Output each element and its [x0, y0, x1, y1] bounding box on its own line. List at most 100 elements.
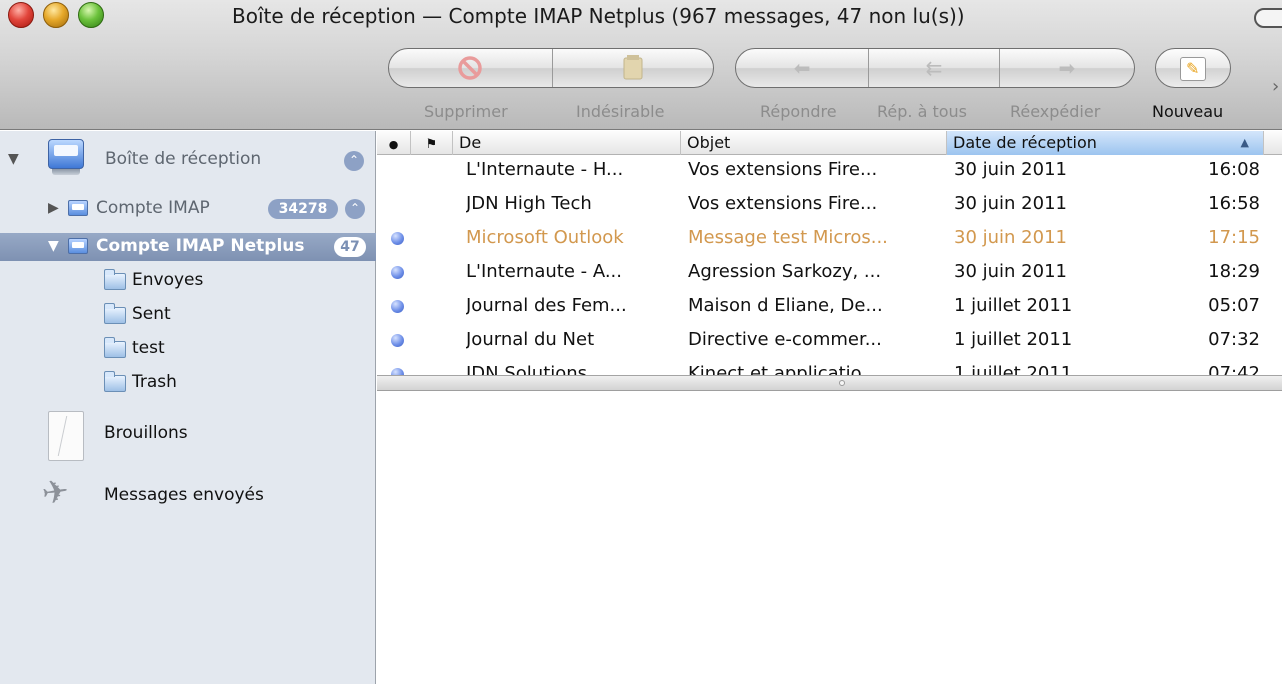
cell-subject: Directive e-commer...: [688, 329, 882, 350]
sidebar-item-folder-envoyes[interactable]: Envoyes: [0, 267, 376, 295]
reply-button[interactable]: ⬅: [736, 49, 870, 87]
junk-button[interactable]: [553, 49, 713, 87]
sync-activity-icon: ⌃: [344, 151, 364, 171]
reply-all-arrow-icon: ⇇: [925, 56, 943, 80]
account-mailbox-icon: [68, 238, 88, 254]
mailbox-sidebar: ▼ Boîte de réception ⌃ ▶ Compte IMAP 342…: [0, 131, 376, 684]
sidebar-item-inbox[interactable]: ▼ Boîte de réception ⌃: [0, 131, 376, 187]
delete-label: Supprimer: [424, 102, 508, 121]
table-row[interactable]: L'Internaute - H... Vos extensions Fire..…: [377, 155, 1282, 186]
reply-button-group: ⬅ ⇇ ➡: [735, 48, 1135, 88]
minimize-window-button[interactable]: −: [43, 2, 69, 28]
sidebar-item-folder-test[interactable]: test: [0, 335, 376, 363]
column-header-label: Date de réception: [953, 133, 1097, 152]
table-row[interactable]: Journal des Fem... Maison d Eliane, De...…: [377, 291, 1282, 322]
column-header-date[interactable]: Date de réception ▲: [947, 131, 1264, 155]
forward-arrow-icon: ➡: [1058, 56, 1076, 80]
cell-time: 05:07: [1208, 295, 1260, 316]
cell-time: 18:29: [1208, 261, 1260, 282]
unread-count-badge: 47: [334, 237, 366, 257]
sort-ascending-icon: ▲: [1240, 136, 1249, 149]
table-row[interactable]: Journal du Net Directive e-commer... 1 jui…: [377, 325, 1282, 356]
column-header-flag[interactable]: ⚑: [411, 131, 453, 155]
sidebar-item-label: Messages envoyés: [104, 485, 264, 505]
cell-date: 30 juin 2011: [954, 261, 1067, 282]
cell-from: Journal du Net: [466, 329, 595, 350]
sidebar-item-label: Brouillons: [104, 423, 188, 443]
cell-date: 30 juin 2011: [954, 227, 1067, 248]
window-title: Boîte de réception — Compte IMAP Netplus…: [232, 4, 965, 28]
unread-dot-icon: [391, 334, 404, 347]
table-row[interactable]: Microsoft Outlook Message test Micros... 3…: [377, 223, 1282, 254]
table-row[interactable]: L'Internaute - A... Agression Sarkozy, ..…: [377, 257, 1282, 288]
cell-date: 30 juin 2011: [954, 193, 1067, 214]
sidebar-item-folder-sent[interactable]: Sent: [0, 301, 376, 329]
cell-date: 1 juillet 2011: [954, 329, 1073, 350]
column-header-from[interactable]: De: [453, 131, 681, 155]
unread-count-badge: 34278: [268, 199, 338, 219]
table-row[interactable]: JDN High Tech Vos extensions Fire... 30 ju…: [377, 189, 1282, 220]
disclosure-triangle-open-icon[interactable]: ▼: [8, 151, 19, 167]
cell-from: L'Internaute - H...: [466, 159, 624, 180]
cell-subject: Agression Sarkozy, ...: [688, 261, 882, 282]
sidebar-item-label: Envoyes: [132, 270, 204, 290]
cell-from: JDN High Tech: [466, 193, 592, 214]
message-list: ● ⚑ De Objet Date de réception ▲ L'Inter…: [377, 131, 1282, 384]
account-mailbox-icon: [68, 200, 88, 216]
no-entry-icon: [458, 56, 483, 80]
reply-arrow-icon: ⬅: [793, 56, 811, 80]
delete-junk-button-group: [388, 48, 714, 88]
status-dot-icon: ●: [388, 138, 399, 151]
reply-all-label: Rép. à tous: [877, 102, 967, 121]
sidebar-item-drafts[interactable]: Brouillons: [0, 407, 376, 465]
folder-icon: [104, 303, 126, 324]
sidebar-item-folder-trash[interactable]: Trash: [0, 369, 376, 397]
delete-button[interactable]: [389, 49, 553, 87]
cell-from: Microsoft Outlook: [466, 227, 624, 248]
toolbar-toggle-button[interactable]: [1254, 8, 1282, 28]
sidebar-item-label: Compte IMAP Netplus: [96, 236, 305, 256]
cell-from: Journal des Fem...: [466, 295, 627, 316]
disclosure-triangle-open-icon[interactable]: ▼: [48, 238, 59, 254]
inbox-tray-icon: [48, 139, 84, 175]
column-header-status[interactable]: ●: [377, 131, 411, 155]
splitter-grip-icon: [839, 380, 845, 386]
zoom-window-button[interactable]: +: [78, 2, 104, 28]
list-preview-splitter[interactable]: [377, 375, 1282, 391]
close-window-button[interactable]: ×: [8, 2, 34, 28]
cell-subject: Vos extensions Fire...: [688, 159, 878, 180]
forward-button[interactable]: ➡: [1000, 49, 1134, 87]
junk-bag-icon: [623, 55, 643, 80]
paper-plane-icon: ✈: [39, 471, 72, 513]
sync-activity-icon: ⌃: [345, 199, 365, 219]
sidebar-item-sent-messages[interactable]: ✈ Messages envoyés: [0, 471, 376, 521]
cell-time: 16:08: [1208, 159, 1260, 180]
toolbar-overflow-chevron-icon[interactable]: ›: [1272, 76, 1279, 97]
cell-subject: Message test Micros...: [688, 227, 888, 248]
sidebar-item-account-netplus[interactable]: ▼ Compte IMAP Netplus 47: [0, 233, 376, 261]
cell-subject: Vos extensions Fire...: [688, 193, 878, 214]
column-header-subject[interactable]: Objet: [681, 131, 947, 155]
disclosure-triangle-closed-icon[interactable]: ▶: [48, 200, 59, 216]
cell-time: 17:15: [1208, 227, 1260, 248]
cell-from: L'Internaute - A...: [466, 261, 622, 282]
sidebar-item-label: Sent: [132, 304, 171, 324]
cell-date: 1 juillet 2011: [954, 295, 1073, 316]
message-preview-pane: [377, 391, 1282, 684]
new-message-button[interactable]: ✎: [1155, 48, 1231, 88]
unread-dot-icon: [391, 266, 404, 279]
drafts-document-icon: [48, 411, 84, 461]
new-message-label: Nouveau: [1152, 102, 1224, 121]
cell-time: 07:32: [1208, 329, 1260, 350]
folder-icon: [104, 337, 126, 358]
sidebar-item-label: test: [132, 338, 165, 358]
forward-label: Réexpédier: [1010, 102, 1101, 121]
reply-all-button[interactable]: ⇇: [869, 49, 1000, 87]
sidebar-item-label: Trash: [132, 372, 177, 392]
cell-time: 16:58: [1208, 193, 1260, 214]
sidebar-item-label: Boîte de réception: [105, 149, 262, 169]
message-list-header: ● ⚑ De Objet Date de réception ▲: [377, 131, 1282, 155]
flag-icon: ⚑: [425, 137, 438, 152]
sidebar-item-account-imap[interactable]: ▶ Compte IMAP 34278 ⌃: [0, 195, 376, 223]
sidebar-item-label: Compte IMAP: [96, 198, 210, 218]
